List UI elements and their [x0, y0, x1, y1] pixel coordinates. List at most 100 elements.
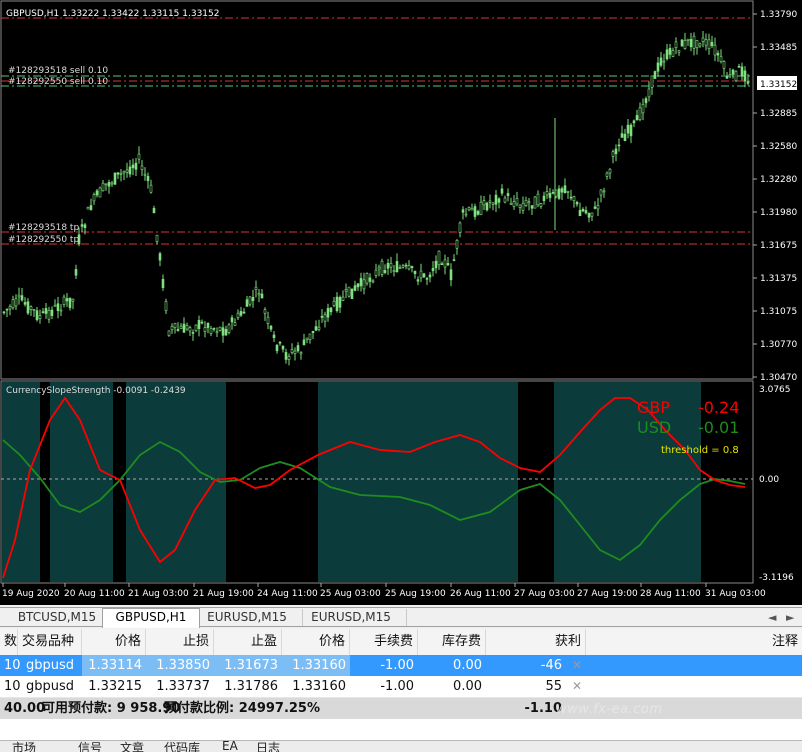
price-tick-label: 1.31980 [760, 208, 797, 218]
candle-body [614, 148, 618, 155]
row-sl[interactable]: 1.33737 [146, 676, 214, 697]
candle-body [65, 298, 69, 302]
close-position-icon[interactable]: ✕ [568, 676, 584, 697]
candle-body [266, 316, 270, 324]
table-header: 数 交易品种 价格 止损 止盈 价格 手续费 库存费 获利 注释 [0, 629, 802, 656]
candle-body [464, 213, 468, 216]
candle-body [668, 48, 672, 55]
candle-body [365, 273, 369, 284]
bottom-tab-codebase[interactable]: 代码库 [164, 741, 200, 752]
order-label-tp-2: #128292550 tp [8, 235, 79, 245]
candle-body [458, 222, 462, 233]
tab-scroll-right-icon[interactable]: ► [786, 609, 794, 626]
candle-body [182, 323, 186, 333]
candle-body [476, 211, 480, 215]
tab-scroll-left-icon[interactable]: ◄ [768, 609, 776, 626]
row-sl[interactable]: 1.33850 [146, 655, 214, 676]
row-symbol: gbpusd [25, 679, 75, 694]
candle-body [281, 345, 285, 350]
bottom-tab-articles[interactable]: 文章 [120, 741, 144, 752]
candle-body [92, 194, 96, 202]
candle-body [491, 202, 495, 205]
col-sl[interactable]: 止损 [146, 629, 214, 655]
candle-body [230, 317, 234, 323]
row-commission: -1.00 [380, 658, 414, 673]
candle-body [284, 352, 288, 360]
candle-body [620, 133, 624, 138]
candle-body [593, 206, 597, 209]
candle-body [62, 296, 66, 305]
candle-body [119, 172, 123, 175]
candle-body [323, 314, 327, 322]
close-position-icon[interactable]: ✕ [568, 655, 584, 676]
gbp-value-label: -0.24 [698, 398, 739, 417]
col-swap[interactable]: 库存费 [418, 629, 486, 655]
candle-body [101, 182, 105, 192]
bottom-tab-ea[interactable]: EA [222, 741, 238, 752]
row-tp[interactable]: 1.31673 [214, 655, 282, 676]
col-current-price[interactable]: 价格 [282, 629, 350, 655]
candle-body [332, 300, 336, 306]
candle-body [269, 325, 273, 330]
col-comment[interactable]: 注释 [586, 629, 802, 655]
candle-body [569, 196, 573, 199]
candle-body [536, 193, 540, 206]
candle-body [500, 188, 504, 194]
candle-body [581, 209, 585, 212]
candle-body [311, 330, 315, 333]
chart-window[interactable]: GBPUSD,H1 1.33222 1.33422 1.33115 1.3315… [0, 0, 802, 605]
candle-body [71, 298, 75, 302]
candle-body [584, 210, 588, 214]
table-row[interactable]: 10 gbpusd 1.33215 1.33737 1.31786 1.3316… [0, 676, 802, 698]
candle-body [137, 153, 141, 160]
bottom-tab-journal[interactable]: 日志 [256, 741, 280, 752]
bottom-tab-signals[interactable]: 信号 [78, 741, 102, 752]
candle-body [674, 41, 678, 48]
price-chart[interactable]: GBPUSD,H1 1.33222 1.33422 1.33115 1.3315… [0, 0, 802, 605]
time-tick-label: 21 Aug 19:00 [193, 589, 254, 599]
candle-body [200, 321, 204, 324]
candle-body [431, 268, 435, 272]
chart-tabs-bar: BTCUSD,M15 GBPUSD,H1 EURUSD,M15 EURUSD,M… [0, 607, 802, 628]
candle-body [422, 273, 426, 278]
candle-body [107, 182, 111, 187]
col-profit[interactable]: 获利 [486, 629, 586, 655]
candle-body [302, 339, 306, 346]
candle-body [437, 250, 441, 266]
candle-body [629, 124, 633, 137]
candle-body [665, 49, 669, 60]
candle-body [722, 61, 726, 69]
col-qty[interactable]: 数 [0, 629, 18, 655]
candle-body [11, 299, 15, 309]
candle-body [680, 39, 684, 47]
candle-body [209, 328, 213, 334]
col-price[interactable]: 价格 [82, 629, 146, 655]
chart-tab-gbpusd[interactable]: GBPUSD,H1 [102, 608, 200, 628]
candle-body [191, 332, 195, 334]
bottom-tab-market[interactable]: 市场 [12, 741, 36, 752]
candle-body [455, 239, 459, 249]
candle-body [728, 74, 732, 77]
candle-body [404, 264, 408, 267]
candle-body [383, 270, 387, 273]
row-tp[interactable]: 1.31786 [214, 676, 282, 697]
col-tp[interactable]: 止盈 [214, 629, 282, 655]
candle-body [623, 133, 627, 142]
chart-tab-eurusd-2[interactable]: EURUSD,M15 [296, 609, 407, 626]
time-tick-label: 27 Aug 19:00 [577, 589, 638, 599]
row-current-price: 1.33160 [282, 655, 350, 676]
candle-body [212, 328, 216, 330]
candle-body [239, 311, 243, 316]
candle-body [743, 70, 747, 82]
candle-body [203, 327, 207, 332]
col-symbol[interactable]: 交易品种 [18, 629, 82, 655]
chart-tab-eurusd-1[interactable]: EURUSD,M15 [192, 609, 303, 626]
chart-tab-btcusd[interactable]: BTCUSD,M15 [4, 609, 111, 626]
table-row[interactable]: 10 gbpusd 1.33114 1.33850 1.31673 1.3316… [0, 655, 802, 676]
candle-body [221, 327, 225, 336]
indicator-scale-bottom: -3.1196 [759, 573, 794, 583]
col-commission[interactable]: 手续费 [350, 629, 418, 655]
candle-body [320, 315, 324, 318]
current-price-label: 1.33152 [760, 80, 797, 90]
candle-body [473, 206, 477, 217]
